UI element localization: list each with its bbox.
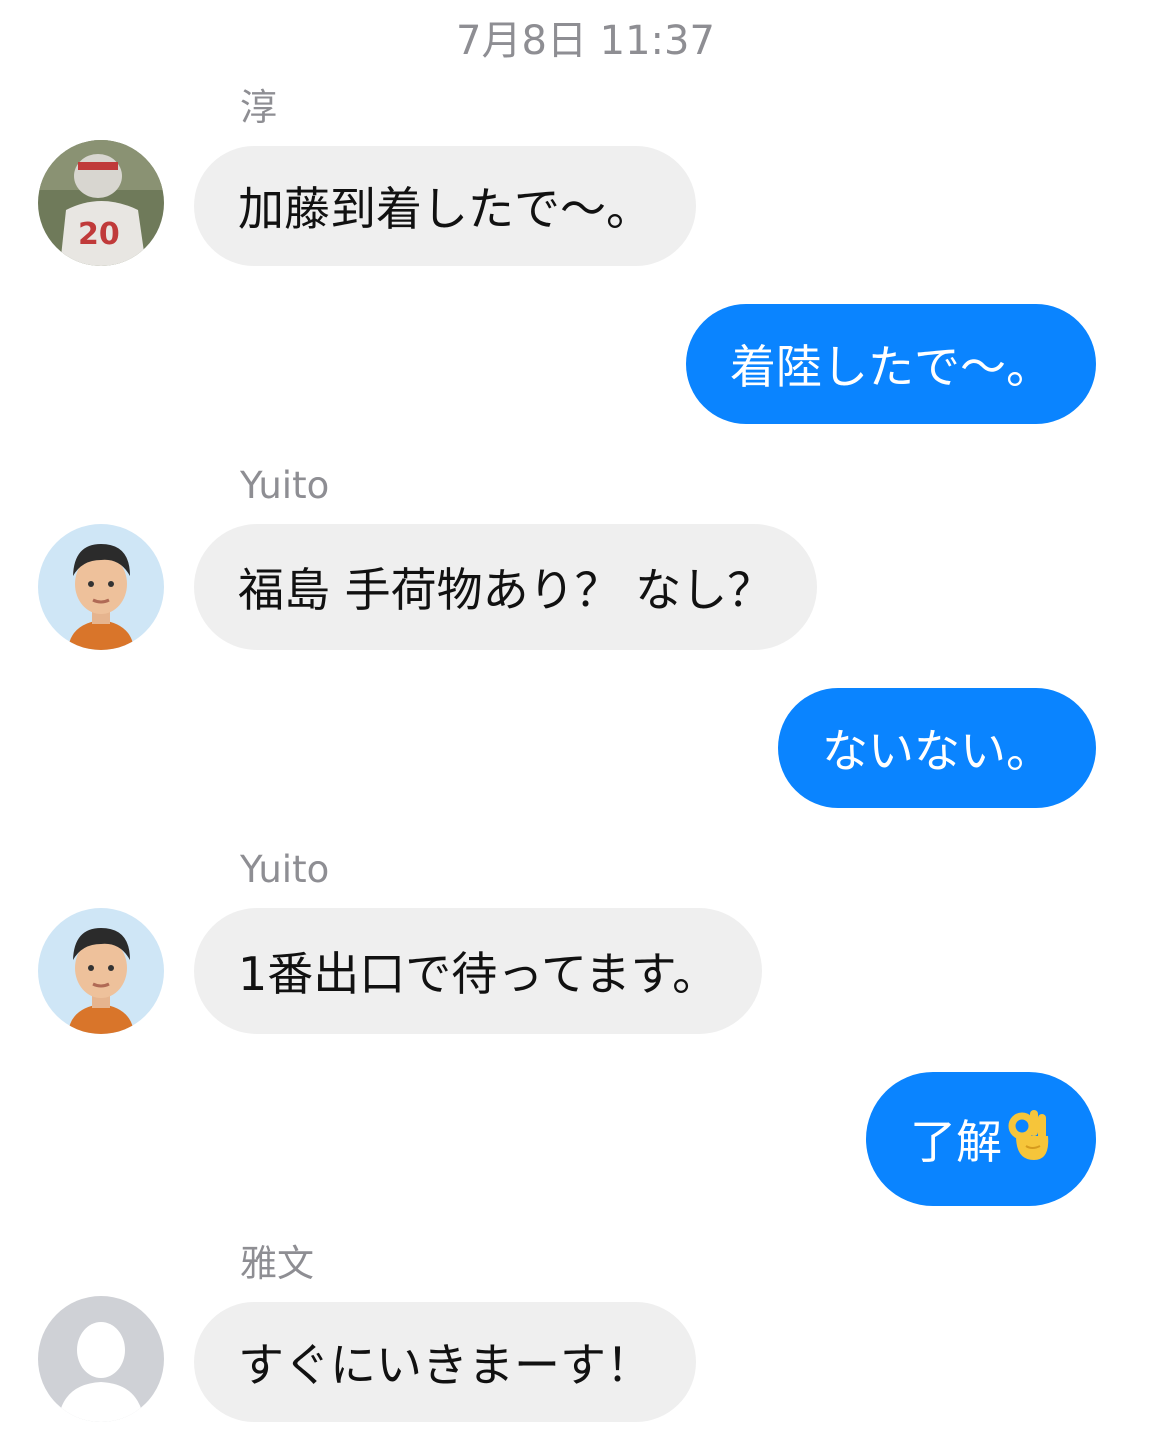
sender-name: Yuito (240, 848, 330, 891)
sender-name: 淳 (240, 86, 277, 129)
incoming-message[interactable]: 1番出口で待ってます。 (194, 908, 763, 1034)
message-text: 了解 (910, 1115, 1002, 1169)
message-text: 福島 手荷物あり？ なし？ (238, 563, 774, 617)
incoming-message[interactable]: すぐにいきまーす！ (194, 1302, 696, 1422)
message-text: ないない。 (822, 724, 1052, 778)
outgoing-message[interactable]: ないない。 (778, 688, 1096, 808)
message-text: すぐにいきまーす！ (238, 1338, 652, 1392)
message-text: 加藤到着したで〜。 (238, 182, 652, 236)
football-player-avatar[interactable]: 20 (38, 140, 164, 266)
incoming-message[interactable]: 加藤到着したで〜。 (194, 146, 696, 266)
cartoon-man-avatar[interactable] (38, 908, 164, 1034)
outgoing-message[interactable]: 了解 (866, 1072, 1096, 1206)
outgoing-message[interactable]: 着陸したで〜。 (686, 304, 1096, 424)
message-text: 1番出口で待ってます。 (238, 947, 719, 1001)
sender-name: 雅文 (240, 1242, 314, 1285)
cartoon-man-avatar[interactable] (38, 524, 164, 650)
message-text: 着陸したで〜。 (730, 340, 1052, 394)
sender-name: Yuito (240, 464, 330, 507)
timestamp: 7月8日 11:37 (456, 18, 715, 64)
svg-text:20: 20 (78, 217, 120, 252)
incoming-message[interactable]: 福島 手荷物あり？ なし？ (194, 524, 818, 650)
ok-hand-emoji-icon (1008, 1106, 1052, 1173)
default-user-avatar[interactable] (38, 1296, 164, 1422)
